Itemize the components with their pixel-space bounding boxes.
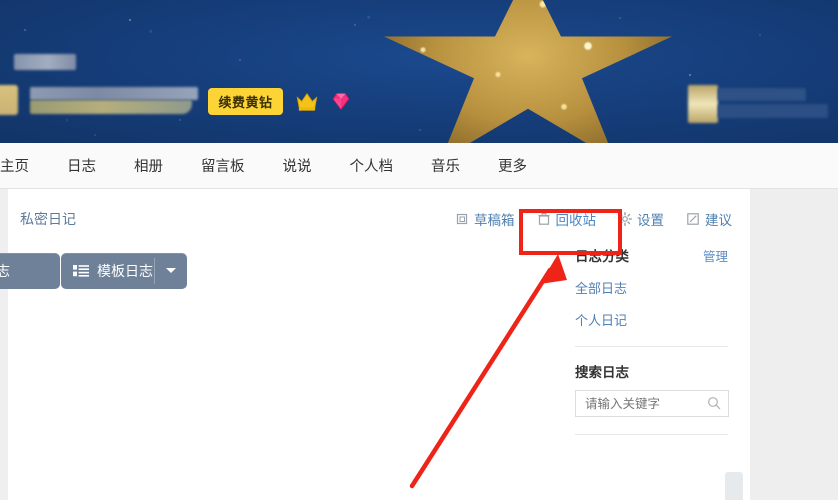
nav-item-shuoshuo[interactable]: 说说 — [283, 155, 312, 176]
sidebar-item-personal-diary[interactable]: 个人日记 — [575, 310, 750, 329]
tab-private-diary[interactable]: 私密日记 — [20, 209, 76, 229]
nav-item-music[interactable]: 音乐 — [431, 155, 460, 176]
settings-label: 设置 — [637, 213, 664, 228]
settings-button[interactable]: 设置 — [607, 209, 675, 229]
sidebar-divider-2 — [575, 434, 728, 435]
list-icon — [73, 264, 89, 278]
blog-sidebar: 日志分类 管理 全部日志 个人日记 搜索日志 — [575, 245, 750, 435]
drafts-button[interactable]: 草稿箱 — [444, 209, 526, 229]
nav-item-guestbook[interactable]: 留言板 — [201, 155, 245, 176]
site-navigation: 主页 日志 相册 留言板 说说 个人档 音乐 更多 — [0, 143, 838, 189]
manage-categories-link[interactable]: 管理 — [703, 246, 728, 265]
chevron-down-icon[interactable] — [166, 268, 176, 273]
button-divider — [154, 258, 155, 284]
gear-icon — [618, 212, 632, 226]
blurred-nickname — [14, 54, 76, 70]
page-body: 私密日记 草稿箱 回收站 设置 建议 志 模板日志 日志分类 管理 全部日志 个… — [0, 189, 838, 500]
write-blog-button-partial[interactable]: 日志 — [0, 253, 60, 289]
blurred-right-banner-text-2 — [718, 104, 828, 118]
drafts-icon — [455, 212, 469, 226]
glitter-star-graphic — [378, 0, 678, 143]
diamond-icon[interactable] — [330, 91, 352, 112]
suggestion-label: 建议 — [705, 213, 732, 228]
right-gutter-panel — [750, 189, 838, 500]
write-blog-label: 日志 — [0, 263, 10, 279]
sidebar-item-all-logs[interactable]: 全部日志 — [575, 278, 750, 297]
recycle-bin-button[interactable]: 回收站 — [526, 209, 608, 229]
blurred-right-banner-text — [718, 88, 806, 101]
blurred-right-banner-block — [688, 85, 718, 123]
toolbar-actions: 草稿箱 回收站 设置 建议 — [444, 209, 732, 229]
profile-banner: 续费黄钻 — [0, 0, 838, 143]
drafts-label: 草稿箱 — [474, 213, 515, 228]
nav-item-more[interactable]: 更多 — [498, 155, 527, 176]
blurred-userinfo-line-2 — [30, 100, 192, 114]
nav-item-album[interactable]: 相册 — [134, 155, 163, 176]
trash-icon — [537, 212, 551, 226]
search-input[interactable] — [583, 395, 705, 412]
search-box[interactable] — [575, 390, 729, 417]
template-blog-label: 模板日志 — [97, 263, 153, 279]
category-header: 日志分类 管理 — [575, 245, 750, 265]
magnifier-icon[interactable] — [707, 396, 721, 410]
sheet-toolbar: 私密日记 草稿箱 回收站 设置 建议 — [8, 189, 750, 242]
category-title: 日志分类 — [575, 249, 629, 264]
blog-content-sheet: 私密日记 草稿箱 回收站 设置 建议 志 模板日志 日志分类 管理 全部日志 个… — [0, 189, 750, 500]
search-title: 搜索日志 — [575, 365, 629, 380]
edit-square-icon — [686, 212, 700, 226]
crown-icon[interactable] — [295, 90, 319, 113]
blurred-avatar — [0, 85, 18, 115]
nav-item-home[interactable]: 主页 — [0, 155, 29, 176]
nav-item-blog[interactable]: 日志 — [67, 155, 96, 176]
recycle-bin-label: 回收站 — [555, 213, 597, 228]
sidebar-divider — [575, 346, 728, 347]
qzone-blog-page: 续费黄钻 主页 日志 相册 留言板 说说 个人档 音乐 更多 私密日记 草稿箱 … — [0, 0, 838, 500]
nav-item-profile[interactable]: 个人档 — [350, 155, 394, 176]
suggestion-button[interactable]: 建议 — [675, 209, 732, 229]
renew-vip-button[interactable]: 续费黄钻 — [208, 88, 283, 115]
renew-vip-label: 续费黄钻 — [218, 95, 273, 110]
sidebar-scroll-indicator[interactable] — [725, 472, 743, 500]
template-blog-button[interactable]: 模板日志 — [61, 253, 187, 289]
blurred-userinfo-line — [30, 87, 198, 100]
